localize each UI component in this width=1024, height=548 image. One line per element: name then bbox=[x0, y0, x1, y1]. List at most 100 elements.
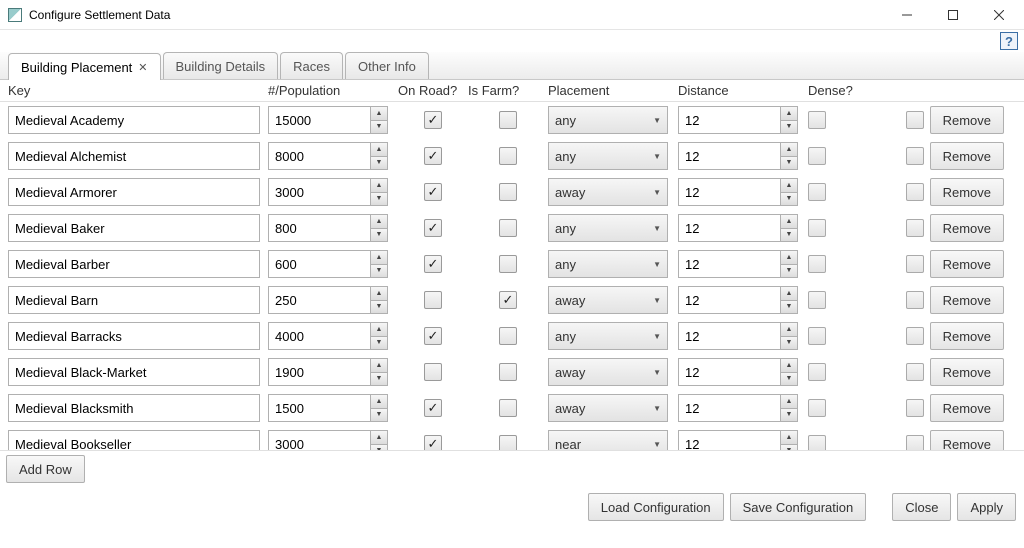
tab-building-details[interactable]: Building Details bbox=[163, 52, 279, 79]
key-input[interactable] bbox=[8, 322, 260, 350]
remove-button[interactable]: Remove bbox=[930, 142, 1004, 170]
key-input[interactable] bbox=[8, 358, 260, 386]
save-configuration-button[interactable]: Save Configuration bbox=[730, 493, 867, 521]
remove-pre-box[interactable] bbox=[906, 255, 924, 273]
distance-stepper-input[interactable] bbox=[678, 250, 780, 278]
key-input[interactable] bbox=[8, 286, 260, 314]
population-stepper-input[interactable] bbox=[268, 250, 370, 278]
remove-pre-box[interactable] bbox=[906, 435, 924, 450]
chevron-up-icon[interactable]: ▲ bbox=[371, 287, 387, 300]
remove-button[interactable]: Remove bbox=[930, 430, 1004, 450]
is-farm-checkbox[interactable] bbox=[499, 435, 517, 450]
dense-checkbox-a[interactable] bbox=[808, 363, 826, 381]
population-stepper[interactable]: ▲▼ bbox=[268, 178, 388, 206]
remove-button[interactable]: Remove bbox=[930, 106, 1004, 134]
population-stepper[interactable]: ▲▼ bbox=[268, 322, 388, 350]
chevron-down-icon[interactable]: ▼ bbox=[371, 408, 387, 422]
population-stepper-input[interactable] bbox=[268, 142, 370, 170]
chevron-up-icon[interactable]: ▲ bbox=[781, 143, 797, 156]
population-stepper[interactable]: ▲▼ bbox=[268, 286, 388, 314]
distance-stepper[interactable]: ▲▼ bbox=[678, 178, 798, 206]
on-road-checkbox[interactable] bbox=[424, 219, 442, 237]
chevron-up-icon[interactable]: ▲ bbox=[781, 107, 797, 120]
remove-pre-box[interactable] bbox=[906, 327, 924, 345]
minimize-button[interactable] bbox=[884, 0, 930, 30]
remove-button[interactable]: Remove bbox=[930, 286, 1004, 314]
is-farm-checkbox[interactable] bbox=[499, 363, 517, 381]
chevron-down-icon[interactable]: ▼ bbox=[781, 300, 797, 314]
population-stepper-input[interactable] bbox=[268, 394, 370, 422]
is-farm-checkbox[interactable] bbox=[499, 183, 517, 201]
placement-select[interactable]: away▼ bbox=[548, 286, 668, 314]
remove-button[interactable]: Remove bbox=[930, 394, 1004, 422]
dense-checkbox-a[interactable] bbox=[808, 435, 826, 450]
distance-stepper[interactable]: ▲▼ bbox=[678, 394, 798, 422]
key-input[interactable] bbox=[8, 250, 260, 278]
chevron-up-icon[interactable]: ▲ bbox=[371, 395, 387, 408]
placement-select[interactable]: any▼ bbox=[548, 322, 668, 350]
distance-stepper[interactable]: ▲▼ bbox=[678, 214, 798, 242]
population-stepper-input[interactable] bbox=[268, 178, 370, 206]
distance-stepper-input[interactable] bbox=[678, 106, 780, 134]
on-road-checkbox[interactable] bbox=[424, 399, 442, 417]
chevron-up-icon[interactable]: ▲ bbox=[371, 143, 387, 156]
remove-pre-box[interactable] bbox=[906, 219, 924, 237]
on-road-checkbox[interactable] bbox=[424, 327, 442, 345]
placement-select[interactable]: away▼ bbox=[548, 178, 668, 206]
chevron-down-icon[interactable]: ▼ bbox=[781, 372, 797, 386]
is-farm-checkbox[interactable] bbox=[499, 255, 517, 273]
chevron-down-icon[interactable]: ▼ bbox=[371, 120, 387, 134]
distance-stepper-input[interactable] bbox=[678, 430, 780, 450]
maximize-button[interactable] bbox=[930, 0, 976, 30]
chevron-down-icon[interactable]: ▼ bbox=[781, 408, 797, 422]
chevron-up-icon[interactable]: ▲ bbox=[371, 107, 387, 120]
placement-select[interactable]: any▼ bbox=[548, 250, 668, 278]
distance-stepper[interactable]: ▲▼ bbox=[678, 322, 798, 350]
placement-select[interactable]: away▼ bbox=[548, 394, 668, 422]
close-button[interactable]: Close bbox=[892, 493, 951, 521]
chevron-up-icon[interactable]: ▲ bbox=[781, 323, 797, 336]
distance-stepper[interactable]: ▲▼ bbox=[678, 430, 798, 450]
chevron-up-icon[interactable]: ▲ bbox=[781, 287, 797, 300]
key-input[interactable] bbox=[8, 214, 260, 242]
tab-close-icon[interactable]: ✕ bbox=[138, 61, 147, 74]
distance-stepper[interactable]: ▲▼ bbox=[678, 106, 798, 134]
chevron-down-icon[interactable]: ▼ bbox=[781, 120, 797, 134]
distance-stepper[interactable]: ▲▼ bbox=[678, 250, 798, 278]
chevron-up-icon[interactable]: ▲ bbox=[781, 359, 797, 372]
population-stepper[interactable]: ▲▼ bbox=[268, 358, 388, 386]
chevron-down-icon[interactable]: ▼ bbox=[371, 228, 387, 242]
placement-select[interactable]: any▼ bbox=[548, 106, 668, 134]
key-input[interactable] bbox=[8, 394, 260, 422]
placement-select[interactable]: near▼ bbox=[548, 430, 668, 450]
is-farm-checkbox[interactable] bbox=[499, 219, 517, 237]
distance-stepper-input[interactable] bbox=[678, 286, 780, 314]
chevron-down-icon[interactable]: ▼ bbox=[371, 336, 387, 350]
chevron-up-icon[interactable]: ▲ bbox=[781, 215, 797, 228]
chevron-up-icon[interactable]: ▲ bbox=[371, 179, 387, 192]
placement-select[interactable]: away▼ bbox=[548, 358, 668, 386]
population-stepper[interactable]: ▲▼ bbox=[268, 430, 388, 450]
chevron-down-icon[interactable]: ▼ bbox=[371, 264, 387, 278]
chevron-down-icon[interactable]: ▼ bbox=[781, 156, 797, 170]
population-stepper-input[interactable] bbox=[268, 430, 370, 450]
help-button[interactable]: ? bbox=[1000, 32, 1018, 50]
tab-building-placement[interactable]: Building Placement✕ bbox=[8, 53, 161, 80]
dense-checkbox-a[interactable] bbox=[808, 183, 826, 201]
key-input[interactable] bbox=[8, 430, 260, 450]
population-stepper[interactable]: ▲▼ bbox=[268, 142, 388, 170]
remove-pre-box[interactable] bbox=[906, 183, 924, 201]
chevron-down-icon[interactable]: ▼ bbox=[371, 300, 387, 314]
chevron-down-icon[interactable]: ▼ bbox=[781, 336, 797, 350]
key-input[interactable] bbox=[8, 178, 260, 206]
on-road-checkbox[interactable] bbox=[424, 255, 442, 273]
chevron-up-icon[interactable]: ▲ bbox=[781, 251, 797, 264]
distance-stepper-input[interactable] bbox=[678, 214, 780, 242]
remove-button[interactable]: Remove bbox=[930, 214, 1004, 242]
distance-stepper-input[interactable] bbox=[678, 394, 780, 422]
remove-button[interactable]: Remove bbox=[930, 178, 1004, 206]
dense-checkbox-a[interactable] bbox=[808, 327, 826, 345]
on-road-checkbox[interactable] bbox=[424, 291, 442, 309]
distance-stepper[interactable]: ▲▼ bbox=[678, 358, 798, 386]
dense-checkbox-a[interactable] bbox=[808, 219, 826, 237]
